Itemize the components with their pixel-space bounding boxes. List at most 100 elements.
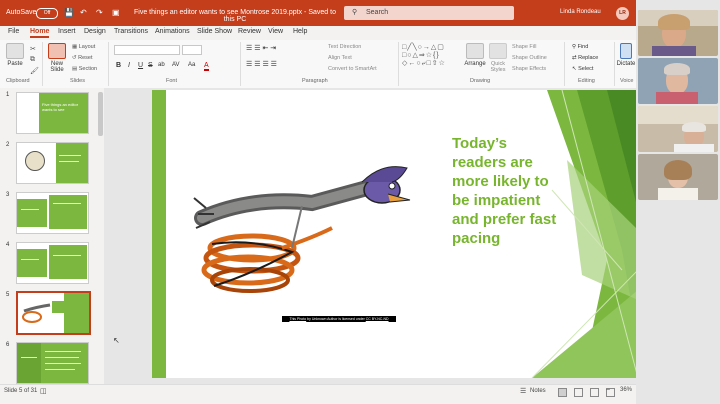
format-painter-icon[interactable]: 🖌 <box>30 67 39 75</box>
slide-count: Slide 5 of 31 <box>4 388 38 394</box>
quick-styles-icon <box>489 43 507 59</box>
notes-icon[interactable]: ☰ <box>520 388 526 395</box>
section-button[interactable]: ▤ Section <box>72 66 97 72</box>
slide-thumbnail[interactable]: Five things an editor wants to see <box>16 92 89 134</box>
save-icon[interactable]: 💾 <box>64 8 74 18</box>
redo-icon[interactable]: ↷ <box>96 8 103 18</box>
normal-view-icon[interactable] <box>558 388 567 397</box>
bold-button[interactable]: B <box>116 62 121 69</box>
italic-button[interactable]: I <box>128 62 130 69</box>
thumbnail-text <box>53 203 81 204</box>
shadow-button[interactable]: ab <box>158 62 165 68</box>
new-slide-button[interactable]: New Slide <box>46 43 68 73</box>
attribution-text: by Unknown Author is licensed under <box>306 317 366 321</box>
accessibility-icon[interactable]: ◫ <box>40 388 47 395</box>
divider <box>108 42 109 86</box>
shapes-gallery[interactable]: □╱╲○→△▢ □○△⇒☆{} ◇←○⤶□⇧☆ <box>402 44 462 70</box>
strikethrough-button[interactable]: S <box>148 62 153 69</box>
zoom-percent[interactable]: 36% <box>620 387 632 393</box>
tab-design[interactable]: Design <box>84 28 106 35</box>
shape-fill-button[interactable]: Shape Fill <box>512 44 536 50</box>
slide-editing-area[interactable]: Today’s readers are more likely to be im… <box>104 88 636 384</box>
character-spacing-button[interactable]: AV <box>172 62 180 68</box>
tab-insert[interactable]: Insert <box>58 28 76 35</box>
tab-review[interactable]: Review <box>238 28 261 35</box>
divider <box>564 42 565 86</box>
slide-thumbnail[interactable] <box>16 192 89 234</box>
tab-home[interactable]: Home <box>30 28 50 38</box>
thumbnail-text <box>45 351 81 352</box>
user-name[interactable]: Linda Rondeau <box>560 9 601 15</box>
font-color-button[interactable]: A <box>204 62 209 71</box>
present-icon[interactable]: ▣ <box>112 8 120 18</box>
font-size-dropdown[interactable] <box>182 45 202 55</box>
slide-thumbnail[interactable] <box>16 342 89 384</box>
license-link[interactable]: CC BY-NC-ND <box>366 317 389 321</box>
slide-thumbnail[interactable] <box>16 242 89 284</box>
copy-icon[interactable]: ⧉ <box>30 56 35 64</box>
thumbnail-text <box>53 255 81 256</box>
shape-outline-button[interactable]: Shape Outline <box>512 55 547 61</box>
text-direction-button[interactable]: Text Direction <box>328 44 361 50</box>
photo-link[interactable]: This Photo <box>289 317 306 321</box>
voice-group-label: Voice <box>620 78 634 84</box>
document-title: Five things an editor wants to see Montr… <box>134 9 336 23</box>
thumbnail-text: Five things an editor wants to see <box>42 102 79 112</box>
arrange-icon <box>466 43 484 59</box>
cut-icon[interactable]: ✂ <box>30 45 36 53</box>
notes-button[interactable]: Notes <box>530 388 546 394</box>
avatar[interactable]: LR <box>616 7 629 20</box>
align-text-button[interactable]: Align Text <box>328 55 352 61</box>
image-attribution-caption[interactable]: This Photo by Unknown Author is licensed… <box>282 316 396 322</box>
find-button[interactable]: ⚲ Find <box>572 44 588 50</box>
select-button[interactable]: ↖ Select <box>572 66 593 72</box>
tab-transitions[interactable]: Transitions <box>114 28 148 35</box>
slide-thumbnail-panel[interactable]: 1 Five things an editor wants to see 2 3… <box>0 88 104 384</box>
ribbon: Paste ✂ ⧉ 🖌 Clipboard New Slide ▦ Layout… <box>0 40 636 89</box>
face-illustration <box>25 151 45 171</box>
search-box[interactable]: ⚲ Search <box>344 6 514 20</box>
replace-button[interactable]: ⇄ Replace <box>572 55 598 61</box>
slide-thumbnail[interactable] <box>16 142 89 184</box>
tab-slide-show[interactable]: Slide Show <box>197 28 232 35</box>
align-icon[interactable]: ☰ ☰ ☰ ☰ <box>246 60 277 68</box>
thumbnail-art <box>49 195 87 229</box>
microphone-icon <box>620 43 632 59</box>
thumbnail-number: 6 <box>6 342 10 348</box>
convert-smartart-button[interactable]: Convert to SmartArt <box>328 66 377 72</box>
zoom-out-icon[interactable]: − <box>606 387 610 394</box>
tab-file[interactable]: File <box>8 28 19 35</box>
tab-help[interactable]: Help <box>293 28 307 35</box>
underline-button[interactable]: U <box>138 62 143 69</box>
reset-button[interactable]: ↺ Reset <box>72 55 93 61</box>
bullets-icon[interactable]: ☰ ☰ ⇤ ⇥ <box>246 44 276 52</box>
participant-video[interactable] <box>638 10 718 56</box>
font-name-dropdown[interactable] <box>114 45 180 55</box>
slide-title[interactable]: Today’s readers are more likely to be im… <box>452 134 562 248</box>
slide-sorter-icon[interactable] <box>574 388 583 397</box>
paste-button[interactable]: Paste <box>4 43 26 67</box>
editing-group-label: Editing <box>578 78 595 84</box>
thumbnail-text <box>21 259 39 260</box>
tab-animations[interactable]: Animations <box>155 28 190 35</box>
quick-styles-button[interactable]: Quick Styles <box>488 43 508 73</box>
dictate-button[interactable]: Dictate <box>616 43 636 67</box>
participant-video[interactable] <box>638 106 718 152</box>
slide-thumbnail-selected[interactable] <box>16 291 91 335</box>
change-case-button[interactable]: Aa <box>188 62 195 68</box>
divider <box>614 42 615 86</box>
undo-icon[interactable]: ↶ <box>80 8 87 18</box>
arrange-button[interactable]: Arrange <box>464 43 486 67</box>
tab-view[interactable]: View <box>268 28 283 35</box>
reading-view-icon[interactable] <box>590 388 599 397</box>
participant-hair <box>664 63 690 75</box>
divider <box>240 42 241 86</box>
shape-effects-button[interactable]: Shape Effects <box>512 66 546 72</box>
participant-video[interactable] <box>638 58 718 104</box>
autosave-toggle[interactable]: Off <box>36 8 58 19</box>
ribbon-tabs: File Home Insert Design Transitions Anim… <box>0 26 636 40</box>
layout-button[interactable]: ▦ Layout <box>72 44 95 50</box>
thumbnail-scrollbar[interactable] <box>98 92 103 136</box>
participant-video[interactable] <box>638 154 718 200</box>
current-slide[interactable]: Today’s readers are more likely to be im… <box>152 90 636 378</box>
